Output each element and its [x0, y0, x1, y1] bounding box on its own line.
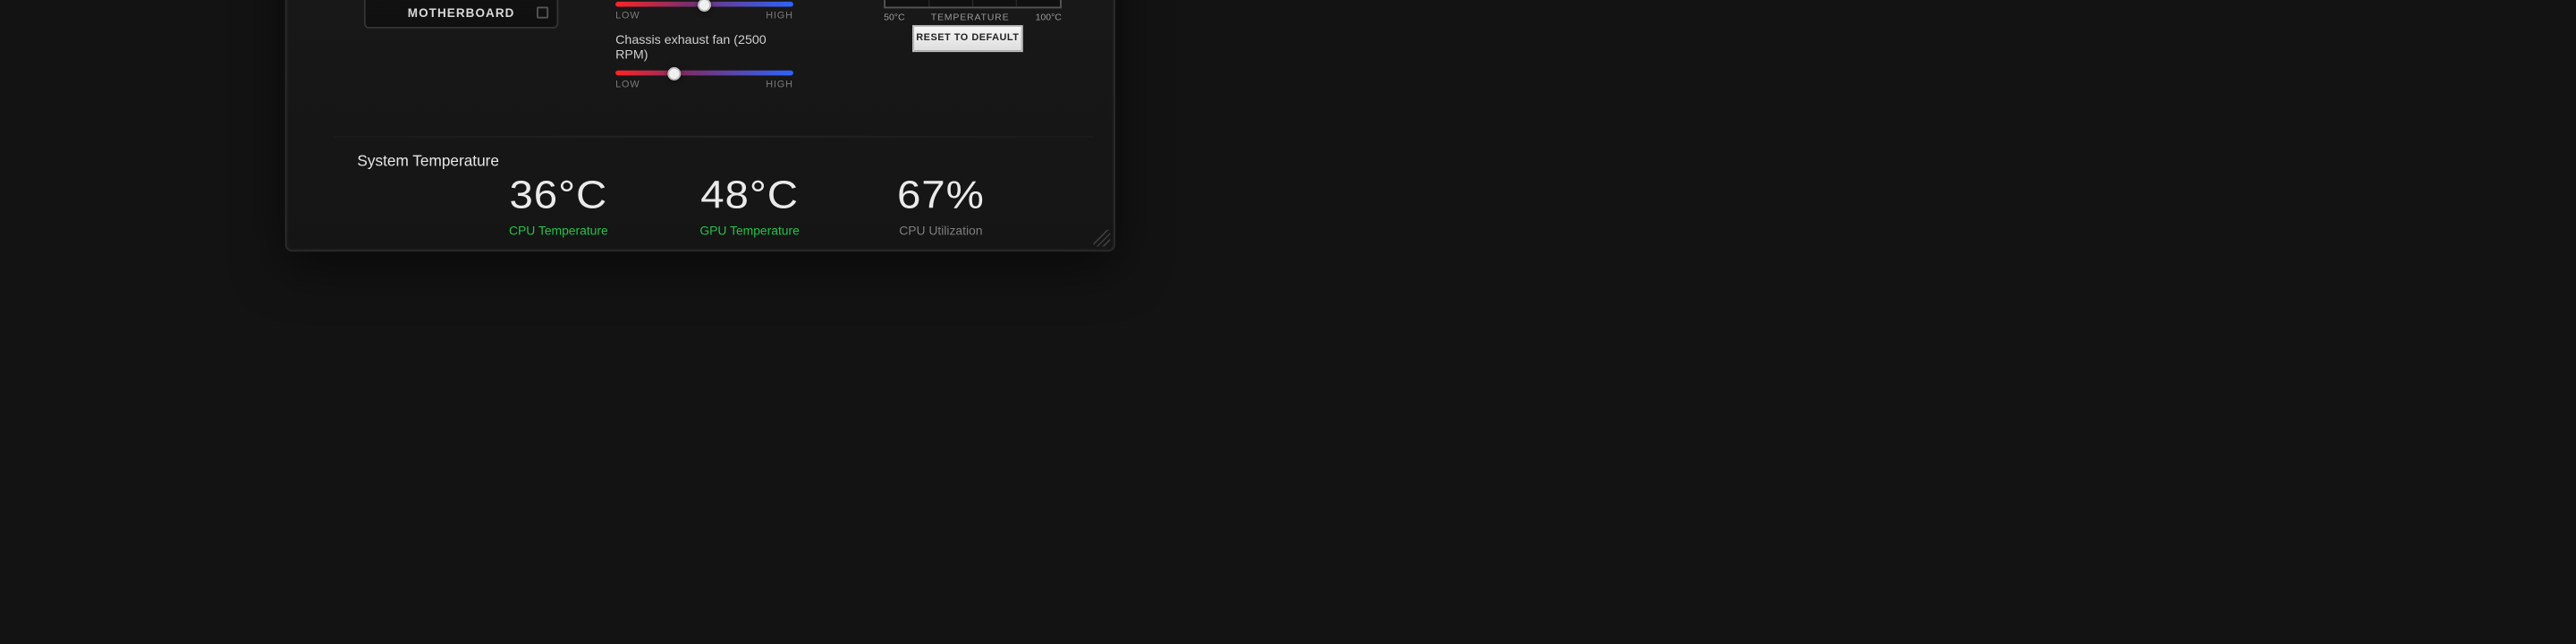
chart-xmin: 50°C [884, 13, 904, 23]
high-label: HIGH [766, 12, 793, 21]
chart-y0-label: 0% [864, 0, 877, 2]
high-label: HIGH [766, 80, 793, 90]
resize-grip-icon[interactable] [1094, 230, 1111, 247]
chassis-exhaust-fan-row: Chassis exhaust fan (2500 RPM) LOW HIGH [615, 32, 793, 91]
cpu-utilization-metric: 67% CPU Utilization [874, 176, 1008, 238]
motherboard-checkbox[interactable] [537, 7, 548, 19]
chassis-exhaust-labels: LOW HIGH [615, 80, 793, 90]
gpu-temperature-metric: 48°C GPU Temperature [682, 176, 817, 238]
reset-to-default-button[interactable]: RESET TO DEFAULT [912, 25, 1023, 52]
gpu-temperature-label: GPU Temperature [682, 223, 817, 238]
cpu-temperature-label: CPU Temperature [491, 223, 625, 238]
chassis-intake-knob[interactable] [698, 0, 711, 11]
gpu-temperature-value: 48°C [676, 176, 824, 215]
cpu-utilization-label: CPU Utilization [874, 223, 1008, 238]
low-label: LOW [615, 80, 640, 90]
chassis-intake-slider[interactable] [615, 2, 793, 7]
chassis-exhaust-knob[interactable] [667, 66, 681, 80]
chart-x-labels: 50°C TEMPERATURE 100°C [884, 13, 1062, 23]
cpu-temperature-metric: 36°C CPU Temperature [491, 176, 625, 238]
chassis-exhaust-title: Chassis exhaust fan (2500 RPM) [615, 32, 793, 63]
system-temperature-metrics: 36°C CPU Temperature 48°C GPU Temperatur… [491, 176, 1008, 238]
chart-xlabel: TEMPERATURE [905, 13, 1036, 23]
chart-xmax: 100°C [1036, 13, 1062, 23]
thermal-panel: MOTHERBOARD LOW HIGH Chassis intake fan … [285, 0, 1115, 251]
chassis-intake-fan-row: Chassis intake fan (2500 RPM) LOW HIGH [615, 0, 793, 21]
fan-controls: Chassis intake fan (2500 RPM) LOW HIGH C… [615, 0, 793, 101]
fan-curve-plot[interactable] [884, 0, 1062, 8]
chassis-intake-labels: LOW HIGH [615, 12, 793, 21]
chassis-exhaust-slider[interactable] [615, 71, 793, 76]
cpu-utilization-value: 67% [867, 176, 1014, 215]
section-divider [334, 136, 1093, 138]
low-label: LOW [615, 12, 640, 21]
chart-grid-icon [886, 0, 1060, 7]
motherboard-card[interactable]: MOTHERBOARD [364, 0, 559, 29]
cpu-temperature-value: 36°C [485, 176, 632, 215]
motherboard-label: MOTHERBOARD [366, 5, 557, 21]
system-temperature-heading: System Temperature [357, 153, 499, 170]
fan-curve-chart: 0% 50°C TEMPERATURE 100°C [864, 0, 1072, 52]
